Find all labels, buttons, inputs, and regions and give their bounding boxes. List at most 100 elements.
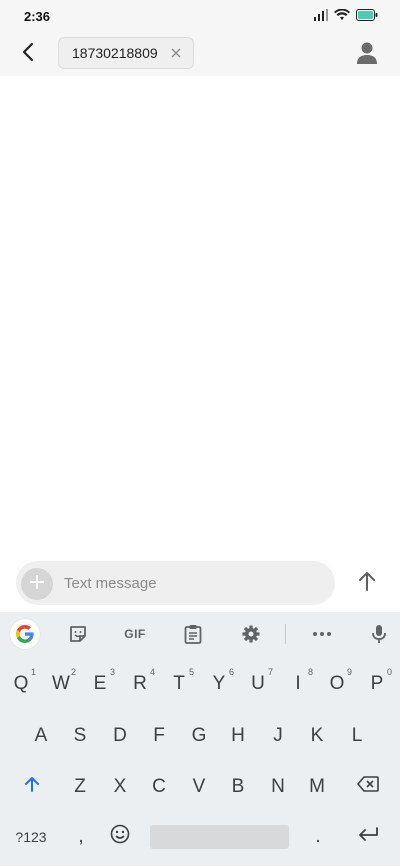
- key-hint: 0: [386, 667, 392, 677]
- key-hint: 5: [188, 667, 194, 677]
- compose-bar: [16, 561, 335, 605]
- key-m[interactable]: M: [298, 768, 336, 806]
- key-label: R: [133, 673, 147, 694]
- key-label: Q: [13, 673, 29, 694]
- person-icon: [356, 42, 378, 69]
- backspace-icon: [357, 776, 379, 798]
- key-hint: 1: [30, 667, 36, 677]
- key-label: B: [231, 776, 245, 797]
- backspace-key[interactable]: [344, 768, 392, 806]
- gif-label: GIF: [124, 627, 146, 641]
- close-icon[interactable]: [169, 46, 183, 60]
- shift-key[interactable]: [8, 768, 56, 806]
- emoji-key[interactable]: [101, 818, 139, 856]
- status-icons: [314, 8, 378, 26]
- key-hint: 8: [307, 667, 313, 677]
- key-j[interactable]: J: [259, 717, 297, 755]
- recipient-chip[interactable]: 18730218809: [58, 37, 194, 69]
- key-label: U: [251, 673, 265, 694]
- toolbar-divider: [285, 624, 286, 644]
- key-e[interactable]: 3E: [81, 665, 119, 703]
- emoji-icon: [110, 824, 130, 850]
- key-h[interactable]: H: [219, 717, 257, 755]
- key-hint: 4: [149, 667, 155, 677]
- wifi-icon: [334, 8, 350, 26]
- gif-button[interactable]: GIF: [118, 620, 152, 648]
- shift-arrow-icon: [24, 776, 40, 798]
- space-bar[interactable]: [150, 825, 289, 849]
- arrow-up-icon: [358, 571, 376, 596]
- key-v[interactable]: V: [180, 768, 218, 806]
- symbols-key[interactable]: ?123: [6, 818, 56, 856]
- key-label: I: [295, 673, 301, 694]
- enter-key[interactable]: [344, 818, 392, 856]
- key-q[interactable]: 1Q: [2, 665, 40, 703]
- key-label: O: [329, 673, 345, 694]
- key-d[interactable]: D: [101, 717, 139, 755]
- signal-icon: [314, 8, 328, 26]
- key-label: ?123: [15, 829, 47, 845]
- more-options-icon[interactable]: [307, 620, 337, 648]
- key-label: N: [271, 776, 285, 797]
- key-label: Y: [212, 673, 226, 694]
- key-l[interactable]: L: [338, 717, 376, 755]
- keyboard-toolbar: GIF: [0, 612, 400, 656]
- key-y[interactable]: 6Y: [200, 665, 238, 703]
- key-label: W: [52, 673, 70, 694]
- key-label: K: [310, 725, 324, 746]
- key-label: ,: [78, 826, 84, 847]
- key-k[interactable]: K: [298, 717, 336, 755]
- key-a[interactable]: A: [22, 717, 60, 755]
- key-label: J: [273, 725, 283, 746]
- key-label: X: [113, 776, 127, 797]
- comma-key[interactable]: ,: [62, 818, 100, 856]
- status-time: 2:36: [24, 9, 51, 24]
- key-r[interactable]: 4R: [121, 665, 159, 703]
- key-x[interactable]: X: [101, 768, 139, 806]
- key-hint: 7: [267, 667, 273, 677]
- key-label: Z: [74, 776, 86, 797]
- key-c[interactable]: C: [140, 768, 178, 806]
- key-f[interactable]: F: [140, 717, 178, 755]
- clipboard-icon[interactable]: [178, 620, 208, 648]
- send-button[interactable]: [353, 569, 381, 597]
- key-s[interactable]: S: [61, 717, 99, 755]
- key-label: T: [173, 673, 185, 694]
- key-t[interactable]: 5T: [160, 665, 198, 703]
- key-b[interactable]: B: [219, 768, 257, 806]
- battery-icon: [356, 8, 378, 26]
- sticker-icon[interactable]: [63, 620, 93, 648]
- back-button[interactable]: [14, 40, 42, 68]
- enter-arrow-icon: [357, 826, 379, 848]
- attach-button[interactable]: [21, 568, 53, 600]
- key-hint: 6: [228, 667, 234, 677]
- key-p[interactable]: 0P: [358, 665, 396, 703]
- key-n[interactable]: N: [259, 768, 297, 806]
- recipient-number: 18730218809: [72, 45, 158, 61]
- key-label: L: [351, 725, 363, 746]
- contact-button[interactable]: [356, 41, 378, 65]
- key-label: F: [153, 725, 165, 746]
- key-o[interactable]: 9O: [318, 665, 356, 703]
- key-hint: 9: [346, 667, 352, 677]
- key-label: V: [192, 776, 206, 797]
- key-hint: 3: [109, 667, 115, 677]
- key-label: G: [191, 725, 207, 746]
- plus-icon: [29, 574, 45, 595]
- back-arrow-icon: [21, 42, 35, 67]
- key-label: H: [231, 725, 245, 746]
- key-i[interactable]: 8I: [279, 665, 317, 703]
- key-label: C: [152, 776, 166, 797]
- key-u[interactable]: 7U: [239, 665, 277, 703]
- key-label: .: [315, 826, 321, 847]
- settings-gear-icon[interactable]: [236, 620, 266, 648]
- google-icon[interactable]: [10, 619, 40, 649]
- microphone-icon[interactable]: [364, 620, 394, 648]
- keyboard: G I F 1 Q 2 W 3 E 4 R 5 T 6 Y 7 U 8 I 9 O …: [0, 612, 400, 866]
- key-w[interactable]: 2W: [42, 665, 80, 703]
- key-label: S: [73, 725, 87, 746]
- message-input[interactable]: [64, 561, 324, 605]
- period-key[interactable]: .: [299, 818, 337, 856]
- key-g[interactable]: G: [180, 717, 218, 755]
- key-z[interactable]: Z: [61, 768, 99, 806]
